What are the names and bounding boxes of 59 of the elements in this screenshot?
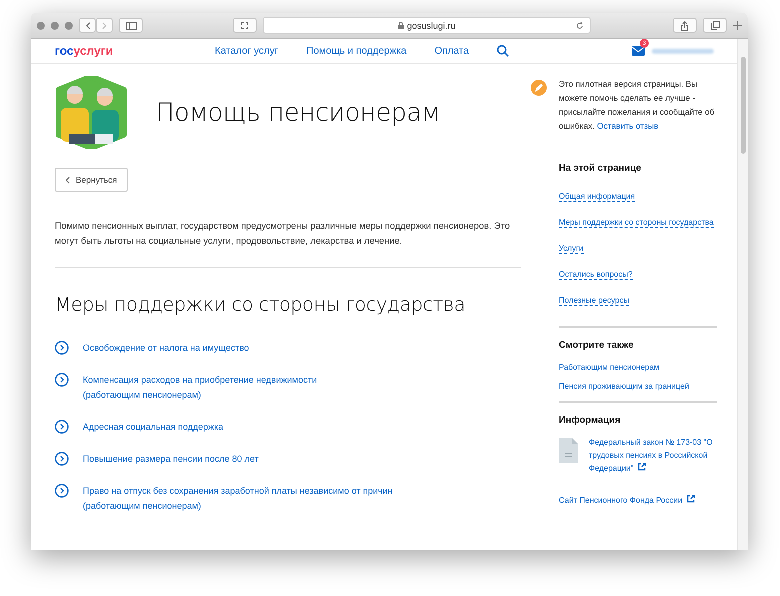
document-icon	[559, 438, 578, 463]
support-measure-link[interactable]: Компенсация расходов на приобретение недвижимости	[83, 373, 318, 388]
section-heading: Меры поддержки со стороны государства	[55, 294, 466, 316]
chevron-right-icon	[102, 22, 108, 30]
reload-icon[interactable]	[576, 22, 584, 30]
anchor-link[interactable]: Общая информация	[559, 192, 636, 202]
feedback-link[interactable]: Оставить отзыв	[597, 121, 659, 131]
external-link-icon	[686, 495, 695, 503]
tabs-button[interactable]	[703, 18, 727, 33]
pilot-notice-text: Это пилотная версия страницы. Вы можете помочь сделать ее лучше - присылайте пожелания и сообщайте об ошибках. Оставить отзыв	[559, 78, 716, 133]
nav-link[interactable]: Каталог услуг	[215, 46, 279, 56]
address-bar[interactable]: gosuslugi.ru	[263, 17, 591, 34]
share-button[interactable]	[673, 18, 697, 33]
support-measure-link[interactable]: Освобождение от налога на имущество	[83, 341, 250, 356]
share-icon	[681, 20, 689, 30]
mail-icon[interactable]	[632, 46, 645, 56]
support-measure-note[interactable]: (работающим пенсионерам)	[83, 388, 318, 403]
support-measure-note[interactable]: (работающим пенсионерам)	[83, 499, 393, 514]
nav-link[interactable]: Оплата	[434, 46, 470, 56]
document-link[interactable]: Федеральный закон № 173-03 "О трудовых пенсиях в Российской Федерации"	[589, 436, 717, 475]
sidebar-heading: На этой странице	[559, 163, 642, 174]
window-minimize-control[interactable]	[51, 22, 59, 30]
window-zoom-control[interactable]	[65, 22, 73, 30]
external-link-icon	[638, 463, 646, 471]
anchor-link[interactable]: Меры поддержки со стороны государства	[559, 218, 714, 228]
tabs-icon	[710, 21, 720, 30]
sidebar-toggle-button[interactable]	[119, 18, 143, 33]
chevron-circle-icon	[55, 452, 69, 466]
sidebar-heading: Смотрите также	[559, 340, 635, 351]
scrollbar-thumb[interactable]	[740, 57, 746, 154]
support-measure-link[interactable]: Повышение размера пенсии после 80 лет	[83, 452, 259, 467]
expand-icon	[241, 22, 249, 30]
fullscreen-button[interactable]	[233, 18, 257, 33]
back-nav-button[interactable]	[79, 18, 96, 33]
sidebar-icon	[126, 22, 136, 30]
support-measure-link[interactable]: Адресная социальная поддержка	[83, 420, 224, 435]
gosuslugi-logo[interactable]: госуслуги	[55, 44, 215, 58]
new-tab-icon[interactable]	[733, 21, 742, 30]
nav-link[interactable]: Помощь и поддержка	[306, 46, 407, 56]
anchor-link[interactable]: Полезные ресурсы	[559, 296, 630, 306]
external-site-link[interactable]: Сайт Пенсионного Фонда России	[559, 495, 717, 505]
window-close-control[interactable]	[37, 22, 45, 30]
intro-paragraph: Помимо пенсионных выплат, государством предусмотрены различные меры поддержки пенсионеров. Это могут быть льготы на социальные услуги, продовольствие, лекарства и лечение.	[55, 220, 512, 248]
sidebar-heading: Информация	[559, 415, 622, 426]
search-icon[interactable]	[497, 45, 510, 57]
related-link[interactable]: Пенсия проживающим за границей	[559, 382, 717, 391]
related-link[interactable]: Работающим пенсионерам	[559, 363, 717, 372]
page-title: Помощь пенсионерам	[156, 98, 440, 127]
chevron-left-icon	[66, 176, 70, 184]
support-measure-link[interactable]: Право на отпуск без сохранения заработной платы независимо от причин	[83, 484, 393, 499]
chevron-left-icon	[84, 22, 90, 30]
chevron-circle-icon	[55, 373, 69, 387]
chevron-circle-icon	[55, 484, 69, 498]
lock-icon	[398, 22, 404, 29]
back-button[interactable]: Вернуться	[55, 168, 128, 192]
anchor-link[interactable]: Услуги	[559, 244, 584, 254]
chevron-circle-icon	[55, 341, 69, 355]
chevron-circle-icon	[55, 420, 69, 434]
anchor-link[interactable]: Остались вопросы?	[559, 270, 633, 280]
